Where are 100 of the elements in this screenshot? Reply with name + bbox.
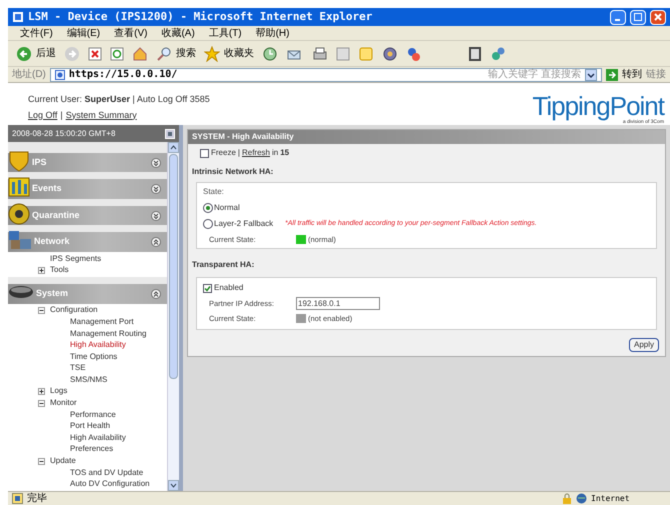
shield-icon — [8, 150, 30, 172]
network-button[interactable] — [490, 46, 506, 62]
close-icon — [654, 13, 662, 21]
tree-item[interactable]: High Availability — [70, 432, 126, 444]
close-button[interactable] — [650, 10, 666, 24]
menu-item[interactable]: 收藏(A) — [161, 26, 195, 40]
collapse-icon[interactable] — [38, 400, 45, 407]
ip-address-field[interactable]: 192.168.0.1 — [296, 297, 380, 310]
tree-item[interactable]: Preferences — [70, 443, 114, 456]
search-box-hint: 输入关键字 直接搜索 — [488, 68, 581, 82]
freeze-label: Freeze — [211, 147, 236, 159]
globe-icon — [576, 493, 587, 504]
refresh-label: in — [272, 147, 278, 159]
radio-button[interactable] — [203, 203, 213, 213]
scrollbar[interactable] — [167, 142, 179, 491]
state-label: State: — [203, 186, 225, 198]
current-user-text: Current User: SuperUser | Auto Log Off 3585 — [28, 93, 210, 106]
tree-item[interactable]: TOS and DV Update — [70, 466, 144, 479]
apply-button[interactable]: Apply — [628, 338, 659, 352]
scroll-thumb[interactable] — [169, 154, 178, 379]
menu-item[interactable]: 编辑(E) — [66, 26, 100, 40]
tree-item[interactable]: High Availability — [70, 339, 126, 352]
collapse-panel-button[interactable] — [165, 128, 175, 138]
messenger-button[interactable] — [382, 46, 398, 62]
back-button[interactable]: 后退 — [16, 46, 56, 62]
zone-text: Internet — [591, 492, 630, 504]
refresh-count: 15 — [280, 147, 290, 159]
tree-item[interactable]: Performance — [70, 408, 116, 421]
separator-text: | — [60, 108, 63, 122]
expand-icon[interactable] — [151, 158, 161, 168]
tree-item[interactable]: Configuration — [50, 304, 98, 316]
radio-button[interactable] — [203, 219, 213, 229]
window-title: LSM - Device (IPS1200) - Microsoft Internet Explorer — [28, 8, 374, 25]
page-status-icon — [12, 493, 23, 504]
menu-item[interactable]: 帮助(H) — [256, 26, 290, 40]
history-button[interactable] — [262, 46, 278, 62]
stop-button[interactable] — [88, 46, 102, 60]
dropdown-button[interactable] — [585, 68, 597, 80]
chart-icon — [8, 177, 30, 198]
expand-icon[interactable] — [151, 184, 161, 194]
scroll-up-button[interactable] — [168, 142, 179, 153]
panel-title: SYSTEM - High Availability — [188, 130, 665, 144]
links-button[interactable]: 链接 — [646, 67, 666, 82]
menu-item[interactable]: 查看(V) — [114, 26, 148, 40]
collapse-icon[interactable] — [38, 458, 45, 465]
collapse-icon[interactable] — [38, 306, 45, 314]
tree-item[interactable]: IPS Segments — [50, 252, 102, 265]
tree-item[interactable]: Time Options — [70, 350, 118, 363]
section-heading: Intrinsic Network HA: — [191, 166, 274, 178]
search-button[interactable]: 搜索 — [156, 46, 196, 62]
checkbox-label: Enabled — [214, 282, 244, 294]
checkbox[interactable] — [203, 284, 212, 293]
radio-label: Normal — [214, 202, 240, 214]
maximize-icon — [634, 13, 642, 21]
collapse-icon[interactable] — [151, 237, 161, 248]
expand-icon[interactable] — [38, 266, 45, 274]
tree-item[interactable]: Tools — [50, 264, 69, 276]
go-arrow-icon — [606, 68, 618, 80]
brand-logo-text: TippingPoint — [532, 93, 664, 119]
page-icon — [54, 70, 65, 80]
scroll-down-button[interactable] — [168, 480, 179, 491]
go-button[interactable]: 转到 — [606, 67, 642, 82]
lock-icon — [562, 493, 572, 504]
refresh-button[interactable] — [110, 46, 124, 60]
network-icon — [8, 230, 32, 250]
tree-item[interactable]: Auto DV Configuration — [70, 478, 150, 490]
refresh-link[interactable]: Refresh — [242, 147, 270, 159]
address-label: 地址(D) — [12, 68, 46, 82]
log-off-link[interactable]: Log Off — [28, 108, 58, 122]
tree-item[interactable]: Port Health — [70, 420, 110, 432]
hazard-icon — [8, 202, 30, 225]
browser-icon — [12, 11, 24, 23]
timestamp-text: 2008-08-28 15:00:20 GMT+8 — [12, 128, 116, 140]
tree-item[interactable]: Update — [50, 455, 76, 468]
expand-icon[interactable] — [151, 210, 161, 221]
collapse-icon[interactable] — [151, 288, 161, 299]
tree-item[interactable]: Management Port — [70, 316, 134, 328]
address-field[interactable]: https://15.0.0.10/ 输入关键字 直接搜索 — [50, 68, 602, 82]
minimize-button[interactable] — [610, 10, 626, 24]
menu-item[interactable]: 文件(F) — [20, 26, 53, 40]
tree-item[interactable]: Management Routing — [70, 328, 146, 340]
print-button[interactable] — [312, 46, 328, 62]
tree-item[interactable]: TSE — [70, 362, 86, 374]
status-text: 完毕 — [27, 492, 48, 505]
system-summary-link[interactable]: System Summary — [66, 108, 137, 122]
radio-label: Layer-2 Fallback — [214, 218, 274, 230]
film-button[interactable] — [468, 46, 482, 62]
tree-item[interactable]: Monitor — [50, 397, 77, 410]
expand-icon[interactable] — [38, 388, 45, 395]
checkbox[interactable] — [200, 148, 209, 158]
people-button[interactable] — [406, 46, 422, 62]
device-icon — [8, 284, 34, 299]
url-text: https://15.0.0.10/ — [68, 68, 178, 82]
maximize-button[interactable] — [630, 10, 646, 24]
tree-item[interactable]: SMS/NMS — [70, 374, 108, 386]
favorites-button[interactable]: 收藏夹 — [204, 46, 254, 62]
home-button[interactable] — [132, 46, 148, 62]
menu-item[interactable]: 工具(T) — [208, 26, 242, 40]
tree-item[interactable]: Logs — [50, 385, 68, 398]
section-heading: Transparent HA: — [191, 259, 256, 272]
